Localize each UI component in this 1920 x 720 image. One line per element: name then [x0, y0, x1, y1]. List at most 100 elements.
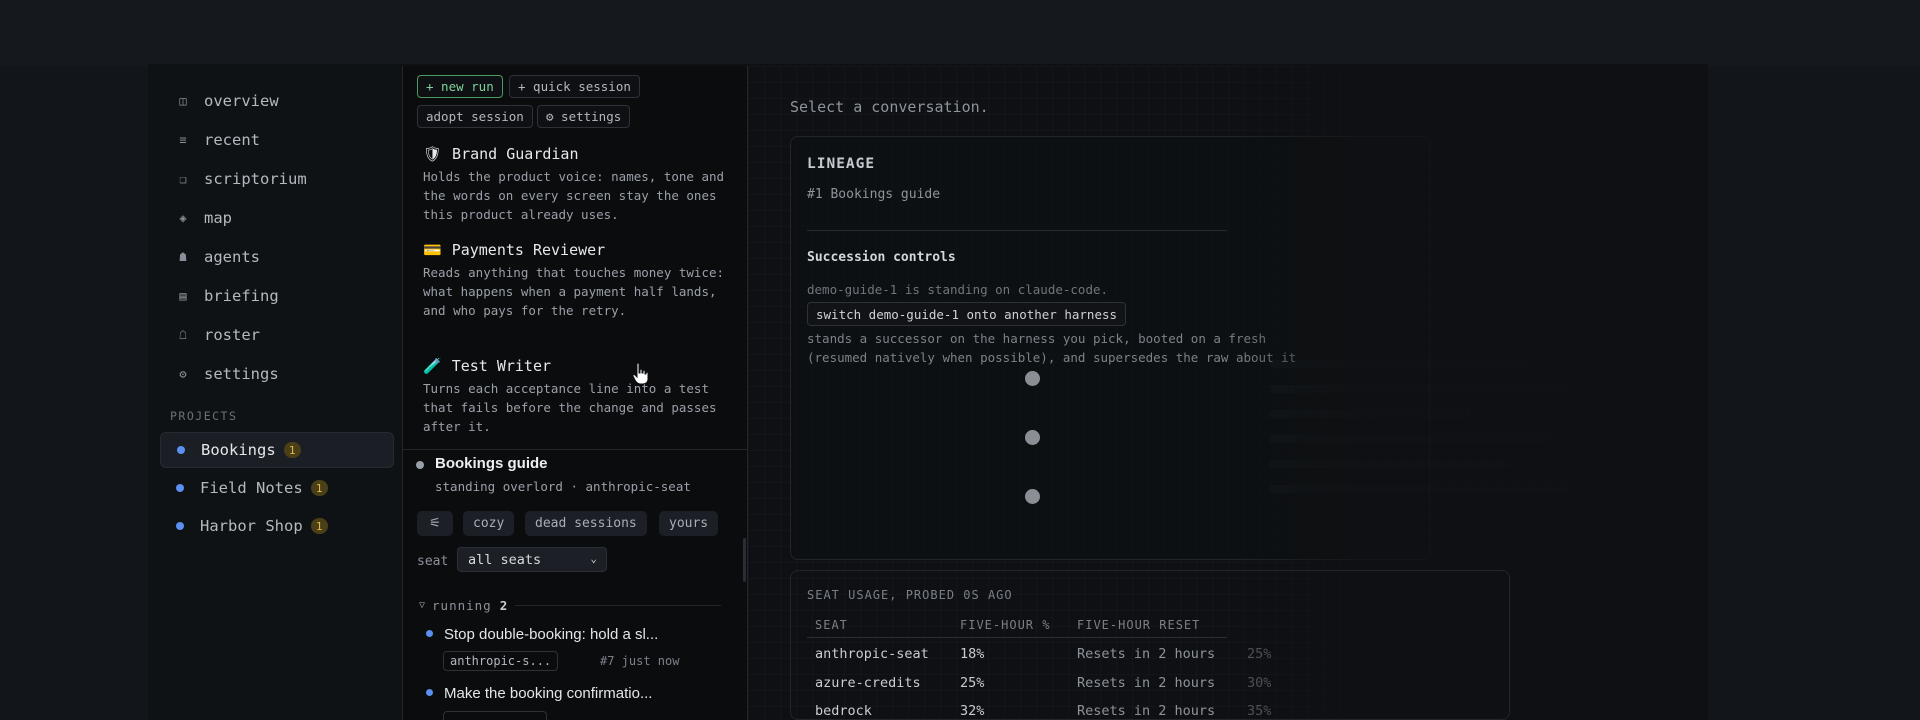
project-dot [177, 446, 185, 454]
panel-settings-button[interactable]: ⚙ settings [537, 105, 631, 128]
project-badge: 1 [310, 480, 328, 496]
seat-pct: 32% [960, 703, 985, 719]
loading-dot [1025, 430, 1040, 445]
run-status-dot [426, 630, 433, 637]
adopt-session-button[interactable]: adopt session [417, 105, 533, 128]
nav-overview[interactable]: ◫ overview [176, 88, 279, 114]
seat-name: anthropic-seat [815, 646, 929, 662]
seat-reset: Resets in 2 hours [1077, 646, 1216, 662]
conversation-status-dot [416, 461, 424, 469]
project-name: Bookings [201, 441, 276, 459]
run-meta: #7 just now [600, 654, 680, 668]
seat-pct: 18% [960, 646, 985, 662]
nav-map[interactable]: ◈ map [176, 205, 232, 231]
nav-scriptorium[interactable]: ❏ scriptorium [176, 166, 307, 192]
column-header: FIVE-HOUR % [960, 618, 1051, 632]
quick-session-button[interactable]: + quick session [509, 75, 640, 98]
project-name: Harbor Shop [200, 517, 303, 535]
sidebar: ◫ overview ≡ recent ❏ scriptorium ◈ map ☗ age… [148, 64, 403, 720]
agent-description: Holds the product voice: names, tone and… [423, 169, 725, 222]
switch-harness-button[interactable]: switch demo-guide-1 onto another harness [807, 302, 1127, 326]
chevron-down-icon: ⌄ [590, 552, 597, 565]
top-band [0, 0, 1920, 66]
agent-test-writer[interactable]: 🧪 Test Writer [423, 357, 551, 375]
succession-status: demo-guide-1 is standing on claude-code. [807, 282, 1109, 297]
seat-label: seat [417, 554, 449, 569]
filter-dead-sessions[interactable]: dead sessions [525, 511, 647, 536]
seat-reset: Resets in 2 hours [1077, 703, 1216, 719]
project-badge: 1 [310, 518, 328, 534]
agent-name: Test Writer [451, 357, 552, 375]
nav-label: map [204, 209, 232, 227]
column-header: SEAT [815, 618, 848, 632]
scriptorium-icon: ❏ [179, 172, 187, 186]
nav-agents[interactable]: ☗ agents [176, 244, 260, 270]
running-count: 2 [499, 598, 509, 613]
filter-yours[interactable]: yours [659, 511, 719, 536]
settings-icon: ⚙ [179, 367, 187, 381]
seat-name: azure-credits [815, 675, 921, 691]
project-dot [176, 484, 184, 492]
nav-settings[interactable]: ⚙ settings [176, 361, 278, 387]
conversation-subtitle: standing overlord · anthropic-seat [435, 479, 691, 494]
seat-extra: 30% [1247, 675, 1272, 691]
seat-name: bedrock [815, 703, 872, 719]
sliders-icon: ⚟ [429, 516, 441, 531]
nav-briefing[interactable]: ▤ briefing [176, 283, 279, 309]
project-name: Field Notes [200, 479, 303, 497]
run-title[interactable]: Make the booking confirmatio... [444, 685, 652, 702]
filter-cozy[interactable]: cozy [463, 511, 515, 536]
seat-extra: 35% [1247, 703, 1272, 719]
projects-label: PROJECTS [170, 409, 238, 423]
shield-icon: 🛡 [423, 145, 443, 163]
nav-roster[interactable]: ☖ roster [176, 322, 260, 348]
map-icon: ◈ [179, 211, 187, 225]
new-run-button[interactable]: + new run [417, 75, 503, 98]
agents-icon: ☗ [179, 250, 187, 264]
agent-payments-reviewer[interactable]: 💳 Payments Reviewer [423, 241, 605, 259]
overview-icon: ◫ [179, 94, 187, 108]
agent-brand-guardian[interactable]: 🛡 Brand Guardian [423, 145, 578, 163]
nav-label: agents [204, 248, 260, 266]
running-group-header[interactable]: ▽ running 2 [419, 598, 508, 613]
nav-label: scriptorium [204, 170, 307, 188]
conversation-title[interactable]: Bookings guide [435, 455, 548, 472]
succession-description: stands a successor on the harness you pi… [807, 331, 1267, 346]
empty-state-prompt: Select a conversation. [790, 98, 989, 116]
divider [807, 637, 1227, 638]
divider [515, 605, 721, 606]
roster-icon: ☖ [179, 328, 187, 342]
loading-dot [1025, 489, 1040, 504]
succession-description: (resumed natively when possible), and su… [807, 350, 1297, 365]
loading-dot [1025, 371, 1040, 386]
briefing-icon: ▤ [179, 289, 187, 303]
filter-options-button[interactable]: ⚟ [417, 511, 453, 536]
divider [807, 230, 1227, 231]
seat-extra: 25% [1247, 646, 1272, 662]
run-seat-chip: anthropic-s... [443, 651, 559, 671]
lineage-entry[interactable]: #1 Bookings guide [807, 187, 940, 202]
project-field-notes[interactable]: Field Notes 1 [160, 470, 394, 506]
nav-recent[interactable]: ≡ recent [176, 127, 260, 153]
agent-name: Brand Guardian [452, 145, 579, 163]
column-header: FIVE-HOUR RESET [1077, 618, 1201, 632]
seat-select-value: all seats [468, 551, 542, 568]
project-harbor-shop[interactable]: Harbor Shop 1 [160, 508, 394, 544]
test-tube-icon: 🧪 [423, 357, 442, 375]
running-label: running [432, 598, 492, 613]
scrollbar-thumb[interactable] [743, 538, 746, 582]
lineage-title: LINEAGE [807, 156, 876, 172]
project-badge: 1 [283, 442, 301, 458]
run-title[interactable]: Stop double-booking: hold a sl... [444, 626, 658, 643]
agent-description: Turns each acceptance line into a test t… [423, 381, 717, 434]
nav-label: overview [204, 92, 279, 110]
agent-description: Reads anything that touches money twice:… [423, 265, 725, 318]
seat-select[interactable]: all seats ⌄ [457, 547, 607, 572]
succession-title: Succession controls [807, 250, 956, 265]
nav-label: briefing [204, 287, 279, 305]
nav-label: recent [204, 131, 260, 149]
project-dot [176, 522, 184, 530]
nav-label: roster [204, 326, 260, 344]
project-bookings[interactable]: Bookings 1 [160, 432, 394, 468]
seat-usage-heading: SEAT USAGE, PROBED 0S AGO [807, 588, 1013, 602]
